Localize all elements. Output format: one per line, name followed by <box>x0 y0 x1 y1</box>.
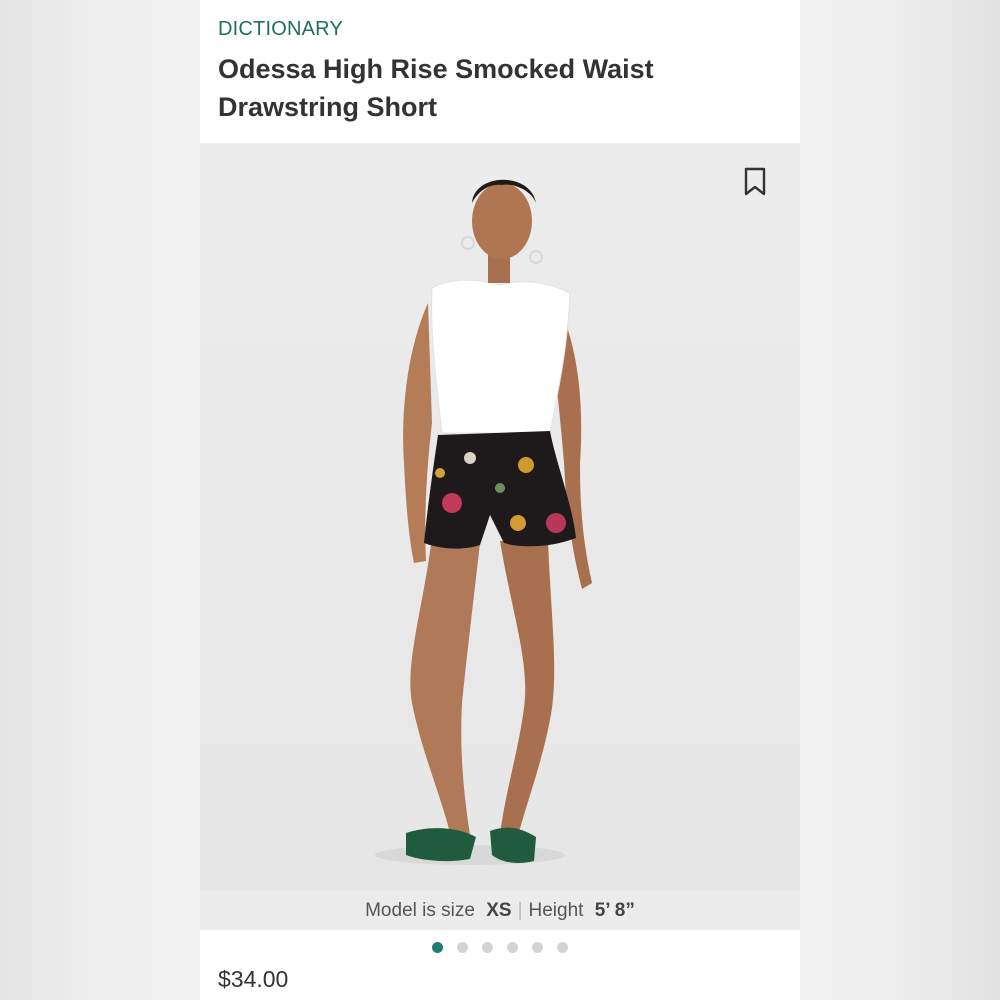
carousel-dot[interactable] <box>482 941 493 953</box>
carousel-dot[interactable] <box>507 941 518 953</box>
model-size-label: Model is size <box>365 900 475 921</box>
model-info: Model is size XS | Height 5’ 8” <box>200 891 800 930</box>
product-header: DICTIONARY Odessa High Rise Smocked Wais… <box>200 0 800 143</box>
product-title: Odessa High Rise Smocked Waist Drawstrin… <box>218 54 654 122</box>
separator: | <box>517 900 523 921</box>
bookmark-icon[interactable] <box>744 167 766 197</box>
product-card: DICTIONARY Odessa High Rise Smocked Wais… <box>200 0 800 1000</box>
model-size-value: XS <box>486 900 512 921</box>
product-price: $34.00 <box>218 966 289 992</box>
carousel-dot[interactable] <box>532 941 543 953</box>
carousel-indicator <box>200 930 800 964</box>
carousel-dot[interactable] <box>432 941 443 953</box>
carousel-dot[interactable] <box>457 941 468 953</box>
model-photo <box>375 179 592 865</box>
brand-name[interactable]: DICTIONARY <box>218 18 343 41</box>
product-image[interactable] <box>200 143 800 891</box>
carousel-dot[interactable] <box>557 941 568 953</box>
model-height-value: 5’ 8” <box>594 900 635 921</box>
model-height-label: Height <box>528 900 584 921</box>
